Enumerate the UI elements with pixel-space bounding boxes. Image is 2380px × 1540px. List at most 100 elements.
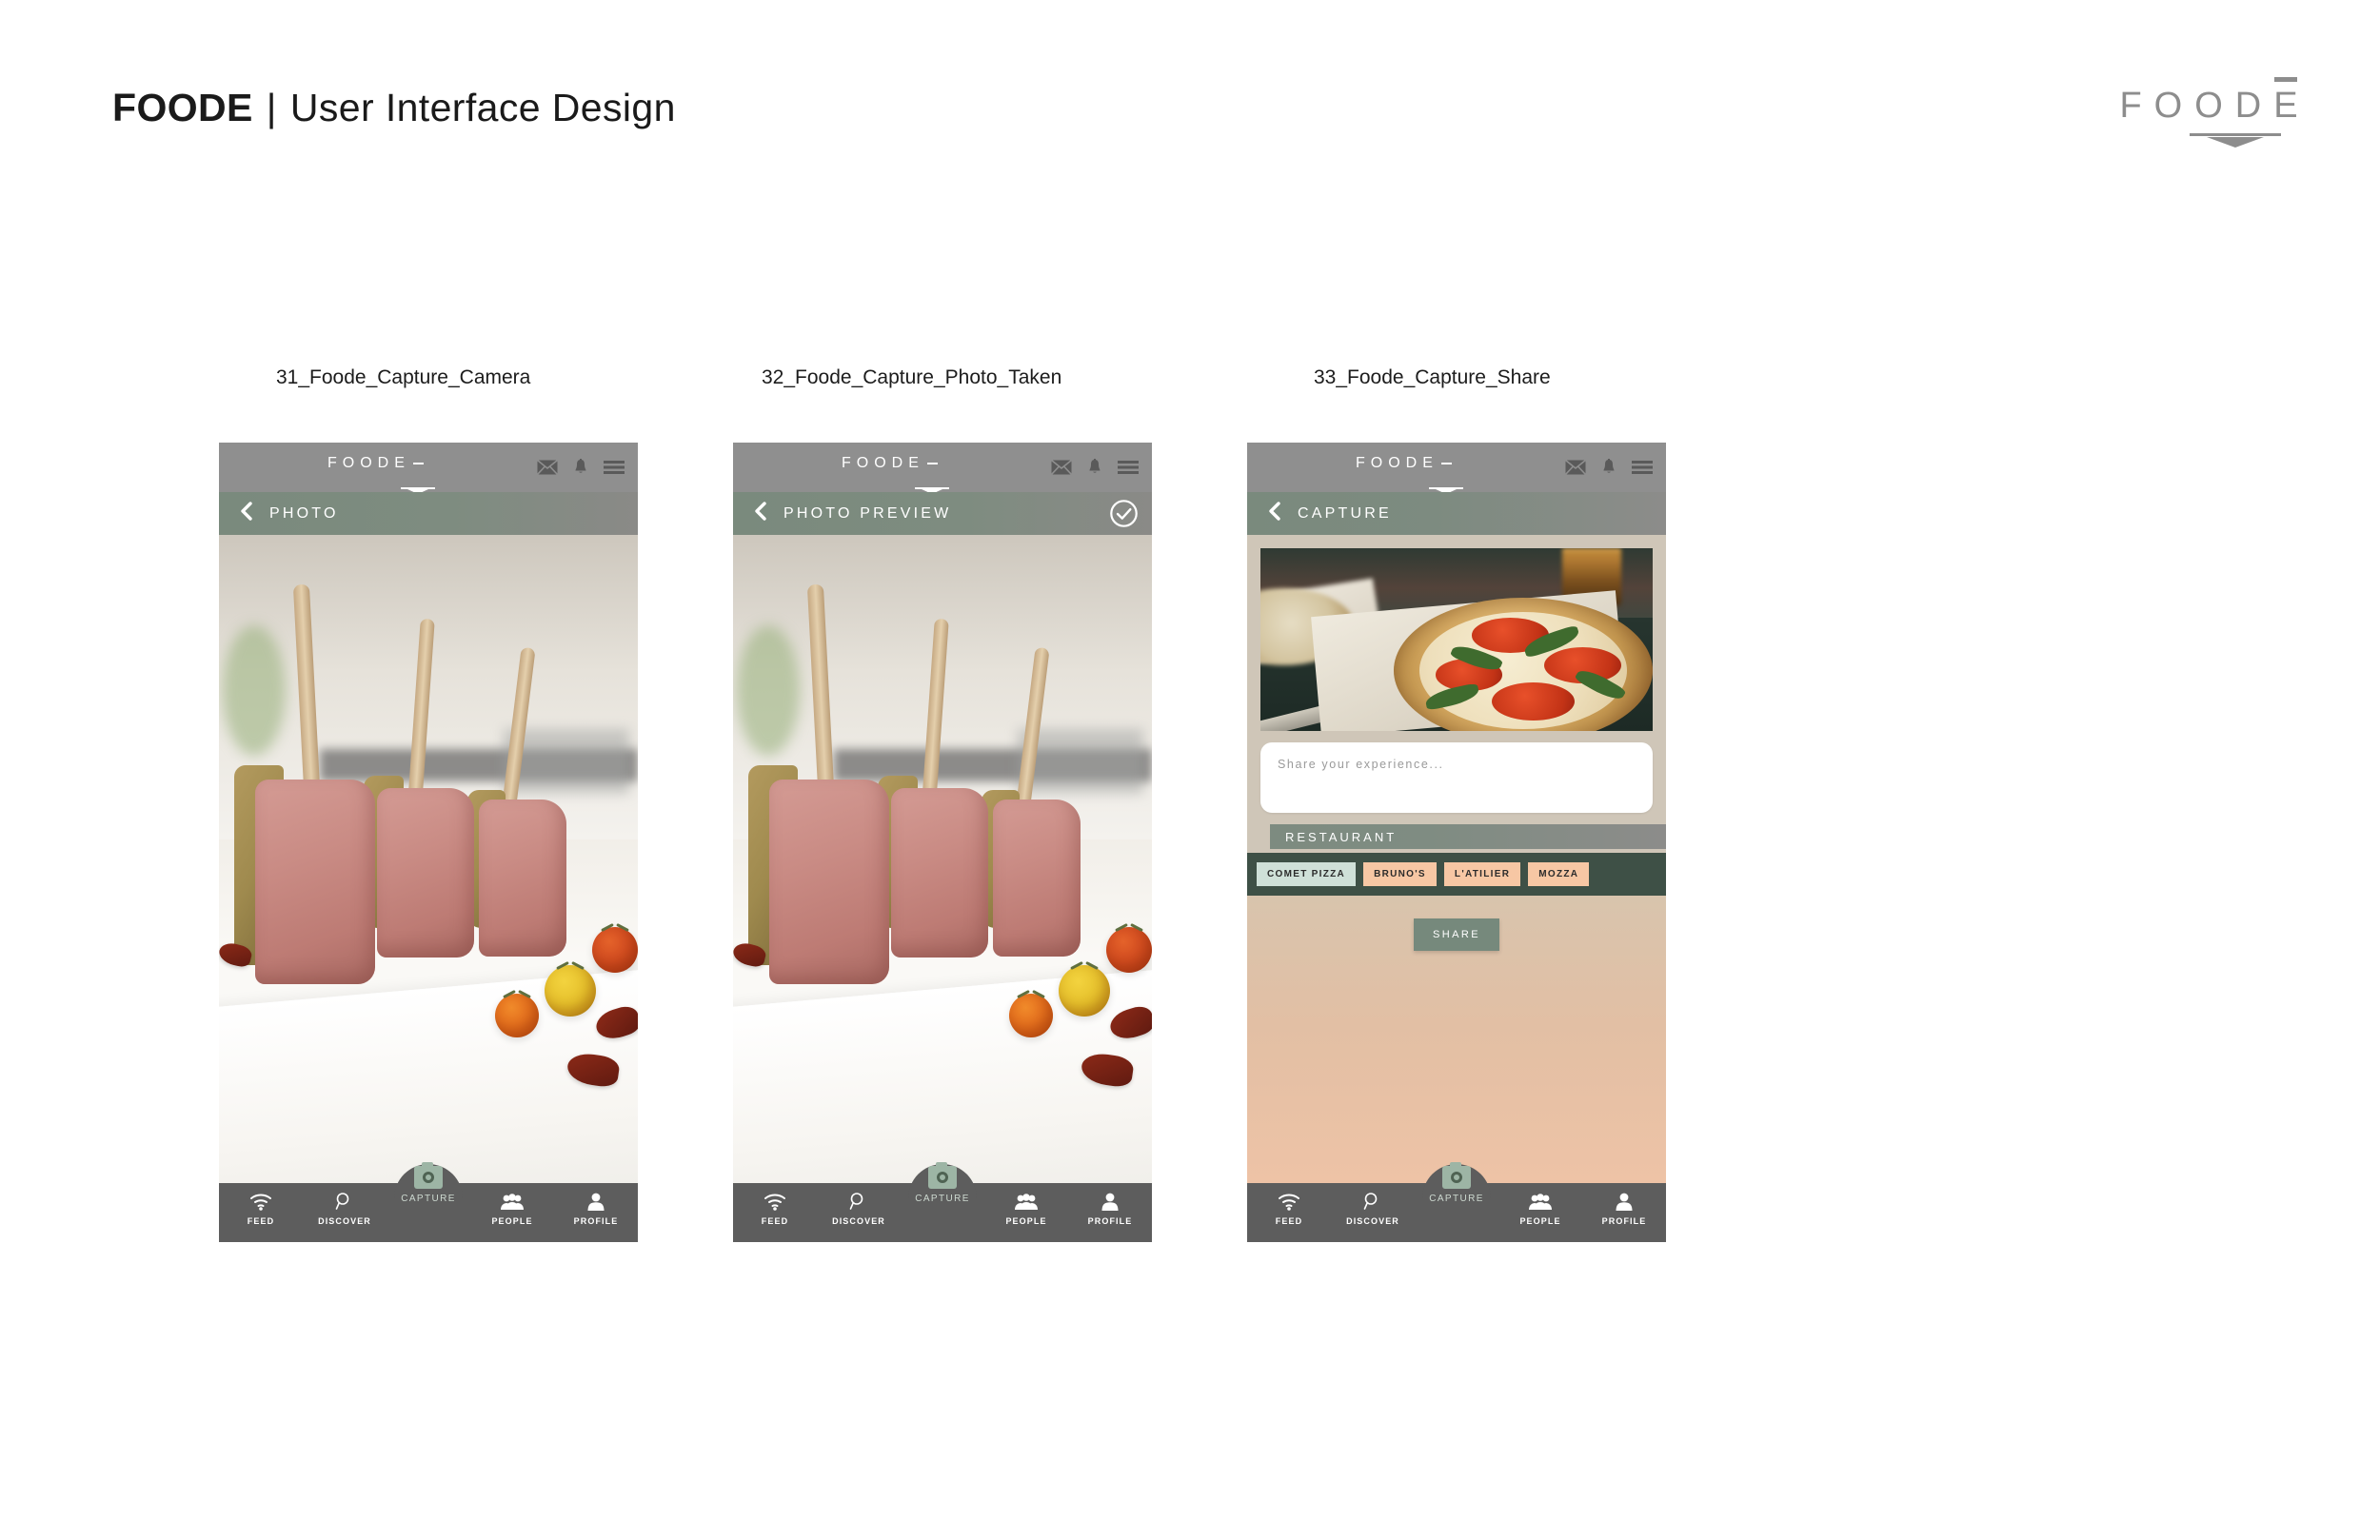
app-header-icons <box>1565 459 1653 476</box>
tab-profile[interactable]: PROFILE <box>554 1183 638 1226</box>
camera-viewfinder[interactable] <box>219 535 638 1183</box>
photo-tomato-stem <box>603 920 627 934</box>
captured-photo-thumbnail[interactable] <box>1260 548 1653 731</box>
hamburger-menu-icon[interactable] <box>1118 460 1139 475</box>
photo-tomato-slice <box>1492 681 1576 721</box>
macron-accent-icon <box>1441 463 1452 464</box>
wifi-icon <box>764 1192 786 1211</box>
tab-feed[interactable]: FEED <box>219 1183 303 1226</box>
app-logo[interactable]: FOODE <box>836 455 988 494</box>
photo-tomato-stem <box>1072 958 1097 972</box>
brand-wordmark-text: FOODE <box>2119 86 2311 126</box>
wifi-icon <box>249 1192 272 1211</box>
photo-cherry-tomato <box>1009 994 1053 1037</box>
restaurant-tag-brunos[interactable]: BRUNO'S <box>1363 862 1437 886</box>
photo-margherita-pizza <box>1394 597 1653 731</box>
app-header-bar: FOODE <box>219 443 638 494</box>
photo-tomato-stem <box>1117 920 1141 934</box>
screen-caption-1: 31_Foode_Capture_Camera <box>276 366 531 388</box>
tab-label-people: PEOPLE <box>1519 1216 1561 1226</box>
tab-label-discover: DISCOVER <box>318 1216 371 1226</box>
search-icon <box>335 1192 354 1211</box>
slide-canvas: FOODE | User Interface Design FOODE 31_Foo… <box>0 0 2380 1540</box>
tab-capture[interactable]: CAPTURE <box>901 1162 984 1204</box>
back-button[interactable] <box>1268 502 1280 525</box>
page-title-separator: | <box>266 86 277 129</box>
people-icon <box>500 1192 525 1211</box>
tab-feed[interactable]: FEED <box>733 1183 817 1226</box>
photo-meat <box>479 800 566 957</box>
food-photo-lamb <box>733 535 1152 1183</box>
people-icon <box>1014 1192 1039 1211</box>
bell-icon[interactable] <box>1087 459 1102 476</box>
camera-icon <box>1442 1162 1471 1189</box>
food-photo-lamb <box>219 535 638 1183</box>
restaurant-section: RESTAURANT <box>1247 824 1666 853</box>
photo-tomato-stem <box>558 958 583 972</box>
person-icon <box>587 1192 605 1211</box>
photo-preview-image[interactable] <box>733 535 1152 1183</box>
tab-discover[interactable]: DISCOVER <box>817 1183 901 1226</box>
back-button[interactable] <box>754 502 766 525</box>
app-logo-text: FOODE <box>327 455 410 471</box>
photo-bone <box>1015 646 1050 815</box>
person-icon <box>1101 1192 1119 1211</box>
app-logo-text: FOODE <box>842 455 924 471</box>
tab-capture[interactable]: CAPTURE <box>1415 1162 1498 1204</box>
bottom-tab-bar: FEED DISCOVER CAPTURE PEOPLE PROFILE <box>219 1162 638 1242</box>
search-icon <box>849 1192 868 1211</box>
tab-capture[interactable]: CAPTURE <box>387 1162 470 1204</box>
hamburger-menu-icon[interactable] <box>604 460 625 475</box>
share-text-input[interactable]: Share your experience... <box>1260 742 1653 813</box>
tab-label-feed: FEED <box>247 1216 275 1226</box>
tab-people[interactable]: PEOPLE <box>1498 1183 1582 1226</box>
plate-icon <box>2190 133 2281 148</box>
restaurant-tag-latilier[interactable]: L'ATILIER <box>1443 862 1521 886</box>
back-button[interactable] <box>240 502 252 525</box>
page-title: FOODE | User Interface Design <box>112 86 676 130</box>
tab-label-feed: FEED <box>761 1216 789 1226</box>
bell-icon[interactable] <box>573 459 588 476</box>
tab-people[interactable]: PEOPLE <box>984 1183 1068 1226</box>
sub-header-title: CAPTURE <box>1298 504 1392 522</box>
sub-header-bar: PHOTO <box>219 492 638 535</box>
bottom-tab-bar: FEED DISCOVER CAPTURE PEOPLE PROFILE <box>1247 1162 1666 1242</box>
photo-cherry-tomato <box>1106 927 1152 973</box>
camera-lens-icon <box>1451 1172 1462 1183</box>
tab-discover[interactable]: DISCOVER <box>1331 1183 1415 1226</box>
person-icon <box>1616 1192 1633 1211</box>
photo-tomato-stem <box>1019 987 1043 1000</box>
tab-feed[interactable]: FEED <box>1247 1183 1331 1226</box>
screen-caption-3: 33_Foode_Capture_Share <box>1314 366 1551 388</box>
confirm-photo-button[interactable] <box>1109 499 1139 533</box>
sub-header-bar: PHOTO PREVIEW <box>733 492 1152 535</box>
tab-label-people: PEOPLE <box>1005 1216 1047 1226</box>
tab-people[interactable]: PEOPLE <box>470 1183 554 1226</box>
envelope-icon[interactable] <box>1051 460 1072 475</box>
phone-screen-camera: FOODE PHOTO FEED DISCOVER CAPTURE PEOPLE… <box>219 443 638 1242</box>
photo-cherry-tomato <box>495 994 539 1037</box>
share-button[interactable]: SHARE <box>1414 918 1499 951</box>
tab-profile[interactable]: PROFILE <box>1068 1183 1152 1226</box>
tab-label-people: PEOPLE <box>491 1216 533 1226</box>
photo-meat <box>255 780 375 984</box>
tab-discover[interactable]: DISCOVER <box>303 1183 387 1226</box>
tab-label-discover: DISCOVER <box>1346 1216 1399 1226</box>
restaurant-tag-comet-pizza[interactable]: COMET PIZZA <box>1257 862 1357 886</box>
photo-jar-lid <box>1562 548 1622 557</box>
photo-cherry-tomato <box>545 965 596 1017</box>
app-logo[interactable]: FOODE <box>1350 455 1502 494</box>
people-icon <box>1528 1192 1553 1211</box>
app-logo[interactable]: FOODE <box>322 455 474 494</box>
page-title-subtitle: User Interface Design <box>289 86 676 129</box>
bell-icon[interactable] <box>1601 459 1616 476</box>
bottom-tab-bar: FEED DISCOVER CAPTURE PEOPLE PROFILE <box>733 1162 1152 1242</box>
photo-bone <box>501 646 536 815</box>
restaurant-section-label: RESTAURANT <box>1270 824 1666 849</box>
envelope-icon[interactable] <box>537 460 558 475</box>
envelope-icon[interactable] <box>1565 460 1586 475</box>
hamburger-menu-icon[interactable] <box>1632 460 1653 475</box>
restaurant-tag-mozza[interactable]: MOZZA <box>1528 862 1590 886</box>
tab-profile[interactable]: PROFILE <box>1582 1183 1666 1226</box>
photo-bone <box>922 618 949 805</box>
